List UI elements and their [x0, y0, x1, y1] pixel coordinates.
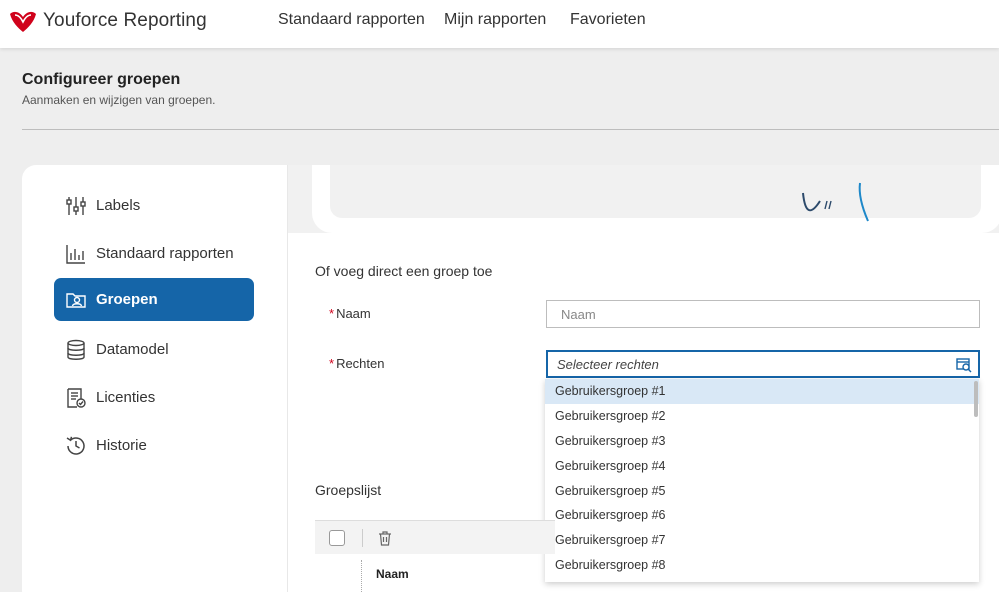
select-all-checkbox[interactable]: [329, 530, 345, 546]
add-group-heading: Of voeg direct een groep toe: [315, 263, 493, 279]
dropdown-option[interactable]: Gebruikersgroep #4: [545, 453, 979, 478]
bar-chart-icon: [64, 242, 88, 266]
top-bar: Youforce Reporting Standaard rapporten M…: [0, 0, 999, 48]
required-marker: *: [329, 356, 335, 371]
dropdown-option[interactable]: Gebruikersgroep #5: [545, 478, 979, 503]
page-subtitle: Aanmaken en wijzigen van groepen.: [22, 93, 216, 107]
nav-favorieten[interactable]: Favorieten: [570, 11, 646, 29]
toolbar-separator: [362, 529, 363, 547]
youforce-logo-icon: [10, 11, 36, 33]
sidebar-item-groepen[interactable]: Groepen: [54, 278, 254, 321]
nav-mijn-rapporten[interactable]: Mijn rapporten: [444, 11, 546, 29]
rights-placeholder: Selecteer rechten: [557, 356, 659, 372]
sidebar-item-historie[interactable]: Historie: [54, 424, 254, 467]
nav-standaard-rapporten[interactable]: Standaard rapporten: [278, 11, 425, 29]
database-icon: [64, 338, 88, 362]
sidebar-item-labels[interactable]: Labels: [54, 184, 254, 227]
header-divider: [22, 129, 999, 130]
group-folder-icon: [64, 288, 88, 312]
dropdown-option[interactable]: Gebruikersgroep #7: [545, 528, 979, 553]
page-title: Configureer groepen: [22, 71, 181, 88]
column-resize-handle[interactable]: [361, 560, 362, 592]
name-input[interactable]: Naam: [546, 300, 980, 328]
sidebar-item-label: Groepen: [96, 291, 158, 308]
license-icon: [64, 386, 88, 410]
search-list-icon[interactable]: [956, 357, 972, 373]
group-list-heading: Groepslijst: [315, 482, 382, 498]
sidebar-item-datamodel[interactable]: Datamodel: [54, 328, 254, 371]
rights-select[interactable]: Selecteer rechten: [546, 350, 980, 378]
app-title: Youforce Reporting: [43, 10, 207, 31]
sidebar-item-licenties[interactable]: Licenties: [54, 376, 254, 419]
rights-dropdown: Gebruikersgroep #1 Gebruikersgroep #2 Ge…: [545, 379, 979, 582]
sidebar-item-standaard-rapporten[interactable]: Standaard rapporten: [54, 232, 254, 275]
sidebar-item-label: Licenties: [96, 389, 156, 406]
history-icon: [64, 434, 88, 458]
app-logo[interactable]: Youforce Reporting: [8, 8, 207, 34]
dropdown-option[interactable]: Gebruikersgroep #2: [545, 404, 979, 429]
table-toolbar: [315, 520, 555, 554]
dropdown-scrollbar[interactable]: [974, 381, 978, 417]
column-header-naam[interactable]: Naam: [376, 567, 409, 581]
dropdown-option[interactable]: Gebruikersgroep #6: [545, 503, 979, 528]
sidebar-item-label: Standaard rapporten: [96, 245, 234, 262]
dropdown-option[interactable]: Gebruikersgroep #3: [545, 429, 979, 454]
dropdown-option[interactable]: Gebruikersgroep #1: [545, 379, 979, 404]
name-label: * Naam: [329, 306, 371, 321]
sliders-icon: [64, 194, 88, 218]
upload-dropzone[interactable]: [330, 165, 981, 222]
sidebar-item-label: Historie: [96, 437, 147, 454]
dropdown-option[interactable]: Gebruikersgroep #8: [545, 553, 979, 578]
sidebar-item-label: Datamodel: [96, 341, 169, 358]
illustration-icon: [802, 182, 869, 222]
trash-icon[interactable]: [377, 530, 393, 546]
required-marker: *: [329, 306, 335, 321]
sidebar-item-label: Labels: [96, 197, 141, 214]
rights-label: * Rechten: [329, 356, 385, 371]
name-placeholder: Naam: [561, 306, 596, 322]
